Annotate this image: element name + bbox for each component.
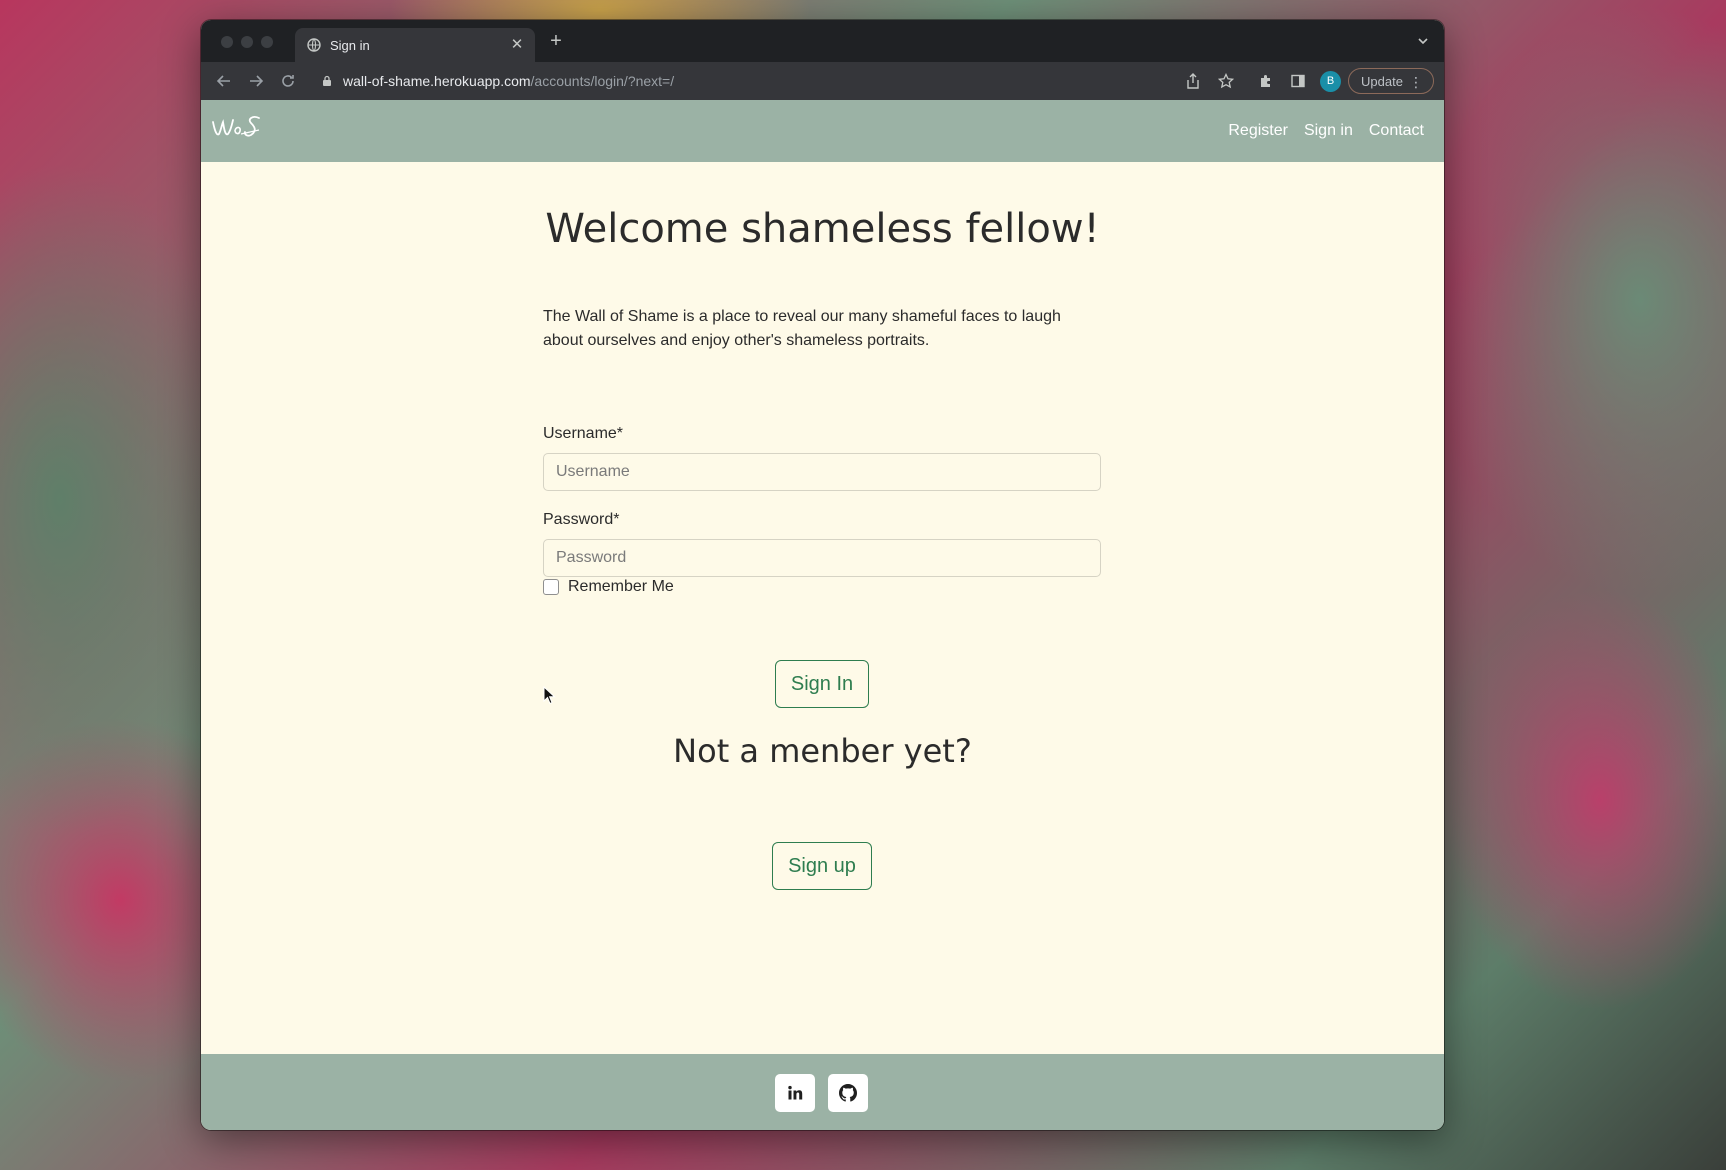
forward-arrow-icon[interactable] (247, 72, 265, 90)
bookmark-star-icon[interactable] (1217, 72, 1235, 90)
not-member-heading: Not a menber yet? (673, 732, 972, 770)
password-label: Password* (543, 511, 620, 528)
side-panel-icon[interactable] (1289, 72, 1307, 90)
site-footer (201, 1054, 1444, 1130)
url-path: /accounts/login/?next=/ (530, 73, 675, 89)
chevron-down-icon[interactable] (1416, 34, 1430, 48)
sign-in-button[interactable]: Sign In (775, 660, 869, 708)
page-title: Welcome shameless fellow! (545, 206, 1100, 252)
site-navbar: Register Sign in Contact (201, 100, 1444, 162)
mouse-cursor-icon (543, 686, 556, 705)
back-arrow-icon[interactable] (215, 72, 233, 90)
github-icon[interactable] (828, 1074, 868, 1112)
minimize-window-button[interactable] (241, 36, 253, 48)
password-input[interactable] (543, 539, 1101, 577)
nav-register-link[interactable]: Register (1228, 122, 1288, 140)
globe-icon (307, 38, 321, 52)
update-label: Update (1361, 74, 1403, 89)
close-tab-icon[interactable]: ✕ (509, 37, 525, 53)
username-label: Username* (543, 425, 624, 442)
remember-me-label: Remember Me (568, 578, 674, 595)
remember-me[interactable]: Remember Me (543, 578, 674, 596)
nav-signin-link[interactable]: Sign in (1304, 122, 1353, 140)
nav-links: Register Sign in Contact (1228, 100, 1424, 162)
tab-strip: Sign in ✕ + (201, 20, 1444, 62)
browser-toolbar: wall-of-shame.herokuapp.com/accounts/log… (201, 62, 1444, 101)
new-tab-icon[interactable]: + (546, 31, 566, 51)
tab-title: Sign in (330, 37, 370, 53)
browser-tab[interactable]: Sign in ✕ (295, 28, 535, 62)
brand-logo[interactable] (211, 112, 263, 144)
linkedin-icon[interactable] (775, 1074, 815, 1112)
nav-contact-link[interactable]: Contact (1369, 122, 1424, 140)
update-button[interactable]: Update ⋮ (1348, 68, 1434, 94)
sign-up-button[interactable]: Sign up (772, 842, 872, 890)
browser-window: Sign in ✕ + wall-of-shame.herokuapp.com /… (201, 20, 1444, 1130)
username-input[interactable] (543, 453, 1101, 491)
close-window-button[interactable] (221, 36, 233, 48)
profile-avatar[interactable]: B (1320, 71, 1341, 92)
remember-me-checkbox[interactable] (543, 579, 559, 595)
maximize-window-button[interactable] (261, 36, 273, 48)
more-menu-icon[interactable]: ⋮ (1409, 69, 1423, 95)
intro-text: The Wall of Shame is a place to reveal o… (543, 308, 1061, 349)
lock-icon (321, 75, 333, 87)
main-content: Welcome shameless fellow! The Wall of Sh… (201, 162, 1444, 1054)
reload-icon[interactable] (279, 72, 297, 90)
url-host: wall-of-shame.herokuapp.com (343, 73, 531, 89)
window-controls (221, 36, 273, 48)
share-icon[interactable] (1184, 72, 1202, 90)
extensions-puzzle-icon[interactable] (1257, 72, 1275, 90)
